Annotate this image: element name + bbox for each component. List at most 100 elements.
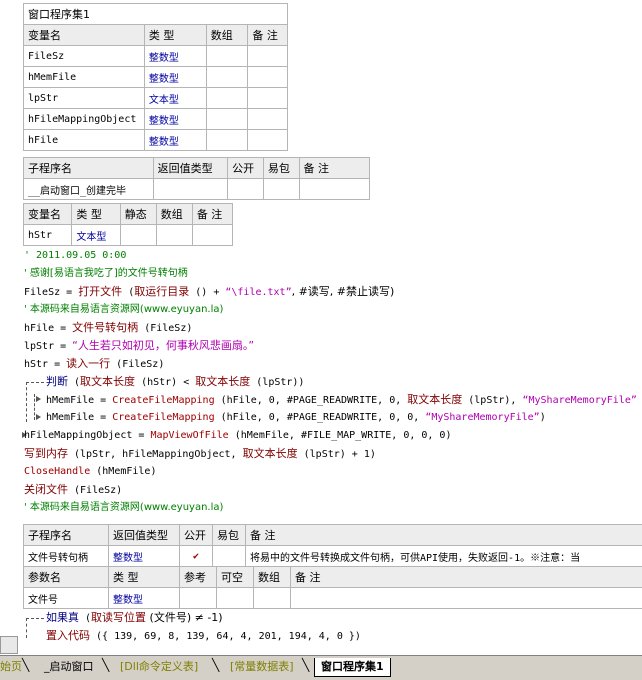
header-return-type: 返回值类型	[153, 158, 228, 179]
array-cell[interactable]	[254, 588, 291, 609]
var-type[interactable]: 文本型	[144, 88, 206, 109]
flow-arrow-icon	[36, 396, 41, 402]
code-line[interactable]: 判断 (取文本长度 (hStr) < 取文本长度 (lpStr))	[46, 373, 304, 391]
var-remark[interactable]	[248, 130, 288, 151]
nullable-cell[interactable]	[217, 588, 254, 609]
tab-separator: ╲	[212, 658, 219, 672]
public-check-icon[interactable]: ✔	[180, 546, 213, 567]
epackage-cell[interactable]	[263, 179, 299, 200]
remark-cell[interactable]	[291, 588, 642, 609]
code-editor[interactable]: 窗口程序集1 变量名 类 型 数组 备 注 FileSz整数型 hMemFile…	[0, 0, 642, 655]
code-comment[interactable]: ' 本源码来自易语言资源网(www.eyuyan.la)	[24, 499, 223, 517]
code-line[interactable]: 置入代码 ({ 139, 69, 8, 139, 64, 4, 201, 194…	[46, 627, 361, 645]
var-type[interactable]: 整数型	[144, 67, 206, 88]
code-line[interactable]: hFile = 文件号转句柄 (FileSz)	[24, 319, 192, 337]
static-cell[interactable]	[120, 225, 156, 246]
var-type[interactable]: 文本型	[72, 225, 120, 246]
header-param-name: 参数名	[24, 567, 109, 588]
var-name[interactable]: hFile	[24, 130, 145, 151]
ref-cell[interactable]	[180, 588, 217, 609]
var-name[interactable]: lpStr	[24, 88, 145, 109]
code-line[interactable]: 写到内存 (lpStr, hFileMappingObject, 取文本长度 (…	[24, 445, 376, 463]
var-array[interactable]	[206, 88, 248, 109]
header-remark: 备 注	[192, 204, 232, 225]
param-type[interactable]: 整数型	[109, 588, 180, 609]
table-row[interactable]: hFile整数型	[24, 130, 288, 151]
var-type[interactable]: 整数型	[144, 130, 206, 151]
subroutine-remark[interactable]: 将易中的文件号转换成文件句柄，可供API使用，失败返回-1。※注意：当	[246, 546, 642, 567]
table-row[interactable]: FileSz整数型	[24, 46, 288, 67]
var-remark[interactable]	[248, 46, 288, 67]
code-comment[interactable]: ' 2011.09.05 0:00	[24, 247, 126, 265]
var-array[interactable]	[206, 130, 248, 151]
header-type: 类 型	[72, 204, 120, 225]
code-line[interactable]: 关闭文件 (FileSz)	[24, 481, 122, 499]
var-type[interactable]: 整数型	[144, 46, 206, 67]
header-varname: 变量名	[24, 25, 145, 46]
subroutine-table: 子程序名 返回值类型 公开 易包 备 注 __启动窗口_创建完毕	[23, 157, 370, 200]
scroll-corner-box[interactable]	[0, 636, 18, 654]
table-row[interactable]: hFileMappingObject整数型	[24, 109, 288, 130]
header-static: 静态	[120, 204, 156, 225]
epackage-cell[interactable]	[213, 546, 246, 567]
header-subname: 子程序名	[24, 525, 109, 546]
var-type[interactable]: 整数型	[144, 109, 206, 130]
code-line[interactable]: hMemFile = CreateFileMapping (hFile, 0, …	[46, 391, 637, 409]
header-remark: 备 注	[248, 25, 288, 46]
var-name[interactable]: hFileMappingObject	[24, 109, 145, 130]
subroutine-name[interactable]: 文件号转句柄	[24, 546, 109, 567]
subroutine-name[interactable]: __启动窗口_创建完毕	[24, 179, 154, 200]
header-remark: 备 注	[299, 158, 369, 179]
array-cell[interactable]	[156, 225, 192, 246]
code-line[interactable]: hFileMappingObject = MapViewOfFile (hMem…	[24, 427, 451, 445]
tab-constant-table[interactable]: [常量数据表]	[224, 658, 300, 676]
tab-bar: 始页 ╲ _启动窗口 ╲ [Dll命令定义表] ╲ [常量数据表] ╲ 窗口程序…	[0, 655, 642, 680]
code-line[interactable]: hMemFile = CreateFileMapping (hFile, 0, …	[46, 409, 546, 427]
code-comment[interactable]: ' 感谢[易语言我吃了]的文件号转句柄	[24, 265, 188, 283]
param-name[interactable]: 文件号	[24, 588, 109, 609]
tab-dll-commands[interactable]: [Dll命令定义表]	[114, 658, 204, 676]
flow-arrow-icon	[36, 414, 41, 420]
code-comment[interactable]: ' 本源码来自易语言资源网(www.eyuyan.la)	[24, 301, 223, 319]
assembly-name[interactable]: 窗口程序集1	[24, 4, 288, 25]
table-row[interactable]: lpStr文本型	[24, 88, 288, 109]
local-variable-table: 变量名 类 型 静态 数组 备 注 hStr 文本型	[23, 203, 233, 246]
return-type[interactable]: 整数型	[109, 546, 180, 567]
table-row[interactable]: __启动窗口_创建完毕	[24, 179, 370, 200]
remark-cell[interactable]	[192, 225, 232, 246]
var-name[interactable]: FileSz	[24, 46, 145, 67]
flow-line	[26, 382, 44, 383]
var-name[interactable]: hMemFile	[24, 67, 145, 88]
public-cell[interactable]	[228, 179, 264, 200]
header-return-type: 返回值类型	[109, 525, 180, 546]
flow-line	[34, 394, 35, 420]
remark-cell[interactable]	[299, 179, 369, 200]
var-name[interactable]: hStr	[24, 225, 72, 246]
table-row[interactable]: 文件号转句柄 整数型 ✔ 将易中的文件号转换成文件句柄，可供API使用，失败返回…	[24, 546, 642, 567]
code-line[interactable]: CloseHandle (hMemFile)	[24, 463, 156, 481]
var-array[interactable]	[206, 67, 248, 88]
assembly-variable-table: 窗口程序集1 变量名 类 型 数组 备 注 FileSz整数型 hMemFile…	[23, 3, 288, 151]
return-type-cell[interactable]	[153, 179, 228, 200]
table-row[interactable]: 文件号 整数型	[24, 588, 642, 609]
var-array[interactable]	[206, 109, 248, 130]
flow-line	[26, 618, 44, 619]
table-row[interactable]: hStr 文本型	[24, 225, 233, 246]
code-line[interactable]: FileSz = 打开文件 (取运行目录 () + “\file.txt”, #…	[24, 283, 394, 301]
header-array: 数组	[156, 204, 192, 225]
var-remark[interactable]	[248, 88, 288, 109]
header-nullable: 可空	[217, 567, 254, 588]
tab-startup-window[interactable]: _启动窗口	[38, 658, 100, 676]
header-type: 类 型	[144, 25, 206, 46]
code-line[interactable]: hStr = 读入一行 (FileSz)	[24, 355, 164, 373]
var-array[interactable]	[206, 46, 248, 67]
header-remark: 备 注	[291, 567, 642, 588]
tab-separator: ╲	[102, 658, 109, 672]
code-line[interactable]: 如果真 (取读写位置 (文件号) ≠ -1)	[46, 609, 223, 627]
var-remark[interactable]	[248, 109, 288, 130]
table-row[interactable]: hMemFile整数型	[24, 67, 288, 88]
tab-window-assembly[interactable]: 窗口程序集1	[314, 658, 391, 677]
subroutine-table-2: 子程序名 返回值类型 公开 易包 备 注 文件号转句柄 整数型 ✔ 将易中的文件…	[23, 524, 642, 567]
code-line[interactable]: lpStr = “人生若只如初见，何事秋风悲画扇。”	[24, 337, 254, 355]
var-remark[interactable]	[248, 67, 288, 88]
